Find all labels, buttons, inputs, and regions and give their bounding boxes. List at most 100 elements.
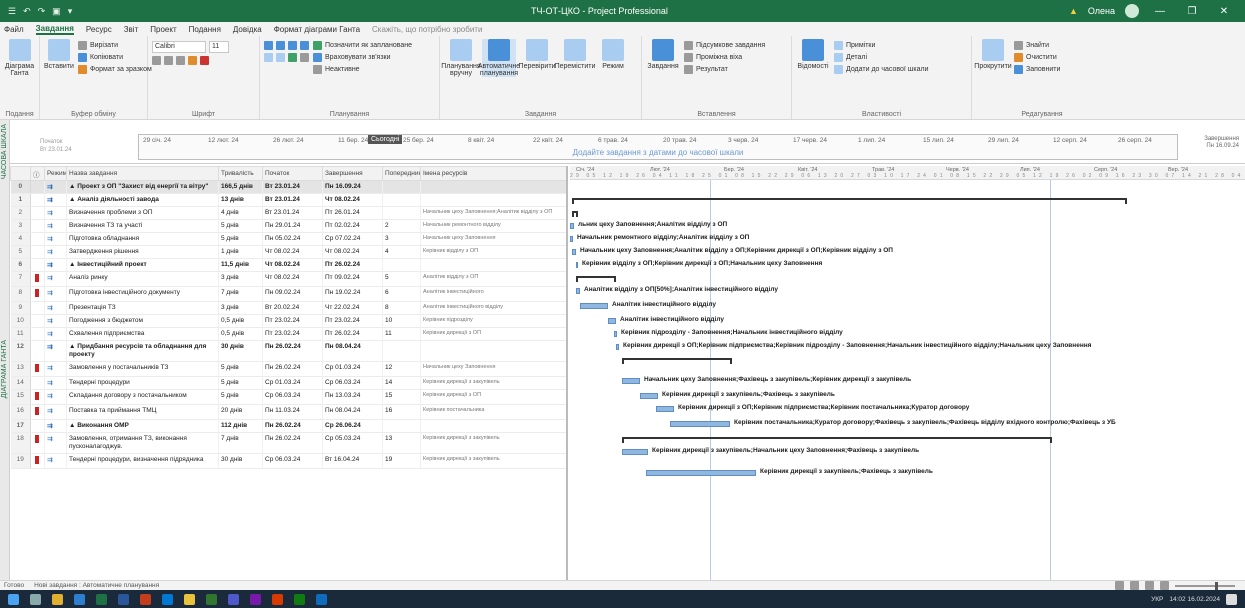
predecessors-cell[interactable] [382, 340, 421, 362]
task-name-cell[interactable]: ▲ Проект з ОП "Захист від енергії та віт… [66, 180, 219, 194]
indicator-cell[interactable] [30, 432, 45, 454]
row-number[interactable]: 7 [10, 271, 31, 287]
add-to-timeline-button[interactable]: Додати до часової шкали [834, 65, 929, 74]
table-row[interactable]: 10 ⇉ Погодження з бюджетом 0,5 днів Пт 23.02… [10, 314, 566, 328]
notifications-icon[interactable] [1226, 593, 1237, 605]
task-table[interactable]: ⓘ Режим завдання Назва завдання Триваліс… [10, 166, 568, 580]
start-cell[interactable]: Пн 29.01.24 [262, 219, 323, 233]
gantt-chart[interactable]: 29 05 12 19 26 04 11 18 25 01 08 15 22 2… [570, 166, 1245, 580]
predecessors-cell[interactable]: 12 [382, 361, 421, 377]
task-name-cell[interactable]: ▲ Придбання ресурсів та обладнання для п… [66, 340, 219, 362]
bold-icon[interactable] [152, 56, 161, 65]
file-explorer-icon[interactable] [52, 593, 63, 605]
start-cell[interactable]: Пн 26.02.24 [262, 361, 323, 377]
finish-cell[interactable]: Пт 26.02.24 [322, 327, 383, 341]
resources-cell[interactable]: Керівник дирекції з ОП [420, 327, 566, 341]
resources-cell[interactable]: Начальник цеху Заповнення;Аналітик відді… [420, 206, 566, 220]
duration-cell[interactable]: 7 днів [218, 286, 263, 302]
resources-cell[interactable] [420, 180, 566, 194]
predecessors-cell[interactable]: 3 [382, 232, 421, 246]
fill-button[interactable]: Заповнити [1014, 65, 1060, 74]
font-color-icon[interactable] [200, 56, 209, 65]
indicator-cell[interactable] [30, 232, 45, 246]
resources-cell[interactable]: Аналітик інвестиційного відділу [420, 301, 566, 315]
table-row[interactable]: 2 ⇉ Визначення проблеми з ОП 4 днів Вт 23.01… [10, 206, 566, 220]
row-number[interactable]: 6 [10, 258, 31, 272]
indicator-icon[interactable] [35, 407, 39, 415]
project-icon[interactable] [206, 593, 217, 605]
start-cell[interactable]: Чт 08.02.24 [262, 245, 323, 259]
gantt-view-icon[interactable] [1115, 581, 1124, 590]
finish-cell[interactable]: Чт 22.02.24 [322, 301, 383, 315]
milestone-button[interactable]: Проміжна віха [684, 53, 765, 62]
table-row[interactable]: 17 ⇉ ▲ Виконання ОМР 112 днів Пн 26.02.24 Ср … [10, 419, 566, 433]
percent-complete-icon[interactable] [300, 41, 309, 50]
table-row[interactable]: 19 ⇉ Тендерні процедури, визначення підряд… [10, 453, 566, 469]
indicator-cell[interactable] [30, 404, 45, 420]
table-row[interactable]: 16 ⇉ Поставка та приймання ТМЦ 20 днів Пн 11… [10, 404, 566, 420]
finish-cell[interactable]: Ср 06.03.24 [322, 376, 383, 390]
avatar[interactable] [1125, 4, 1139, 18]
indent-icon[interactable] [264, 53, 273, 62]
table-row[interactable]: 4 ⇉ Підготовка обладнання 5 днів Пн 05.02.24… [10, 232, 566, 246]
resources-cell[interactable]: Керівник дирекції з закупівель [420, 432, 566, 454]
col-header-mode[interactable]: Режим завдання [44, 166, 67, 181]
notes-button[interactable]: Примітки [834, 41, 929, 50]
tab-report[interactable]: Звіт [124, 25, 139, 34]
indicator-icon[interactable] [35, 456, 39, 464]
timeline-bar[interactable]: 29 січ. 24 12 лют. 24 26 лют. 24 11 бер. 24… [138, 134, 1178, 160]
summary-bar[interactable] [572, 198, 1127, 204]
resources-cell[interactable] [420, 340, 566, 362]
resources-cell[interactable]: Керівник дирекції з ОП [420, 389, 566, 405]
predecessors-cell[interactable]: 15 [382, 389, 421, 405]
clear-button[interactable]: Очистити [1014, 53, 1060, 62]
duration-cell[interactable]: 30 днів [218, 453, 263, 469]
finish-cell[interactable]: Пн 08.04.24 [322, 340, 383, 362]
task-bar[interactable] [622, 449, 648, 455]
resources-cell[interactable]: Аналітик відділу з ОП [420, 271, 566, 287]
task-bar[interactable] [616, 344, 619, 350]
indicator-cell[interactable] [30, 340, 45, 362]
details-button[interactable]: Деталі [834, 53, 929, 62]
predecessors-cell[interactable]: 5 [382, 271, 421, 287]
outdent-icon[interactable] [276, 53, 285, 62]
tab-file[interactable]: Файл [4, 25, 24, 34]
start-cell[interactable]: Пн 09.02.24 [262, 286, 323, 302]
task-mode-cell[interactable]: ⇉ [44, 219, 67, 233]
task-bar[interactable] [570, 223, 574, 229]
start-cell[interactable]: Вт 20.02.24 [262, 301, 323, 315]
finish-cell[interactable]: Пн 13.03.24 [322, 389, 383, 405]
task-name-cell[interactable]: Схвалення підприємства [66, 327, 219, 341]
indicator-icon[interactable] [35, 392, 39, 400]
predecessors-cell[interactable]: 10 [382, 314, 421, 328]
finish-cell[interactable]: Ср 07.02.24 [322, 232, 383, 246]
indicator-icon[interactable] [35, 364, 39, 372]
inactivate-button[interactable]: Неактивне [313, 65, 412, 74]
new-task-mode[interactable]: Нові завдання : Автоматичне планування [34, 582, 159, 589]
task-mode-cell[interactable]: ⇉ [44, 361, 67, 377]
row-number[interactable]: 4 [10, 232, 31, 246]
row-number[interactable]: 8 [10, 286, 31, 302]
table-row[interactable]: 15 ⇉ Складання договору з постачальником 5 … [10, 389, 566, 405]
task-name-cell[interactable]: Затвердження рішення [66, 245, 219, 259]
resource-sheet-icon[interactable] [1160, 581, 1169, 590]
col-header-predecessors[interactable]: Попередники [382, 166, 421, 181]
task-mode-cell[interactable]: ⇉ [44, 376, 67, 390]
col-header-indicators[interactable]: ⓘ [30, 166, 45, 181]
duration-cell[interactable]: 5 днів [218, 219, 263, 233]
task-name-cell[interactable]: Замовлення, отримання ТЗ, виконання пуск… [66, 432, 219, 454]
task-mode-cell[interactable]: ⇉ [44, 340, 67, 362]
table-row[interactable]: 8 ⇉ Підготовка інвестиційного документу 7 д… [10, 286, 566, 302]
finish-cell[interactable]: Чт 08.02.24 [322, 245, 383, 259]
row-number[interactable]: 14 [10, 376, 31, 390]
row-number[interactable]: 13 [10, 361, 31, 377]
search-icon[interactable] [30, 593, 41, 605]
row-number[interactable]: 0 [10, 180, 31, 194]
table-row[interactable]: 5 ⇉ Затвердження рішення 1 днів Чт 08.02.24 Ч… [10, 245, 566, 259]
task-bar[interactable] [580, 303, 608, 309]
tell-me-search[interactable]: Скажіть, що потрібно зробити [372, 25, 482, 34]
indicator-icon[interactable] [35, 289, 39, 297]
task-mode-cell[interactable]: ⇉ [44, 206, 67, 220]
task-mode-cell[interactable]: ⇉ [44, 301, 67, 315]
team-planner-icon[interactable] [1145, 581, 1154, 590]
